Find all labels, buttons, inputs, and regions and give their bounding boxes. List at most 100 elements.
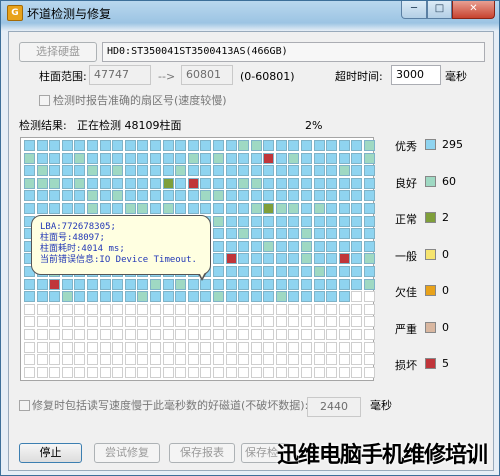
sector-block[interactable] (326, 228, 338, 240)
title-bar[interactable]: G 坏道检测与修复 ─ □ ✕ (1, 1, 499, 25)
sector-block[interactable] (351, 190, 363, 202)
save-report-button[interactable]: 保存报表 (169, 443, 235, 463)
sector-block[interactable] (49, 278, 61, 290)
sector-block[interactable] (49, 328, 61, 340)
close-button[interactable]: ✕ (452, 1, 495, 19)
sector-block[interactable] (112, 177, 124, 189)
sector-block[interactable] (313, 177, 325, 189)
sector-block[interactable] (364, 253, 376, 265)
sector-block[interactable] (250, 303, 262, 315)
sector-block[interactable] (162, 140, 174, 151)
sector-block[interactable] (301, 190, 313, 202)
sector-block[interactable] (238, 316, 250, 328)
sector-block[interactable] (275, 265, 287, 277)
sector-block[interactable] (99, 202, 111, 214)
sector-block[interactable] (212, 341, 224, 353)
sector-block[interactable] (275, 240, 287, 252)
sector-block[interactable] (124, 202, 136, 214)
sector-block[interactable] (187, 291, 199, 303)
sector-block[interactable] (301, 140, 313, 151)
sector-block[interactable] (36, 316, 48, 328)
sector-block[interactable] (326, 165, 338, 177)
sector-block[interactable] (313, 291, 325, 303)
sector-block[interactable] (49, 140, 61, 151)
sector-block[interactable] (36, 177, 48, 189)
sector-block[interactable] (124, 354, 136, 366)
sector-block[interactable] (137, 291, 149, 303)
sector-block[interactable] (86, 177, 98, 189)
sector-block[interactable] (175, 354, 187, 366)
sector-block[interactable] (326, 341, 338, 353)
sector-block[interactable] (263, 366, 275, 378)
maximize-button[interactable]: □ (427, 1, 452, 19)
sector-block[interactable] (99, 366, 111, 378)
sector-block[interactable] (288, 328, 300, 340)
sector-block[interactable] (288, 177, 300, 189)
sector-block[interactable] (275, 303, 287, 315)
sector-block[interactable] (326, 291, 338, 303)
sector-block[interactable] (238, 140, 250, 151)
range-start-input[interactable]: 47747 (89, 65, 151, 85)
sector-block[interactable] (86, 140, 98, 151)
sector-block[interactable] (351, 354, 363, 366)
sector-block[interactable] (313, 354, 325, 366)
sector-block[interactable] (238, 303, 250, 315)
sector-block[interactable] (225, 140, 237, 151)
sector-block[interactable] (99, 341, 111, 353)
sector-block[interactable] (200, 316, 212, 328)
sector-block[interactable] (86, 341, 98, 353)
sector-block[interactable] (200, 140, 212, 151)
sector-block[interactable] (162, 366, 174, 378)
sector-block[interactable] (338, 215, 350, 227)
sector-block[interactable] (250, 190, 262, 202)
sector-block[interactable] (162, 190, 174, 202)
sector-block[interactable] (61, 202, 73, 214)
sector-block[interactable] (149, 152, 161, 164)
sector-block[interactable] (313, 140, 325, 151)
sector-block[interactable] (263, 253, 275, 265)
sector-block[interactable] (313, 253, 325, 265)
sector-block[interactable] (99, 177, 111, 189)
sector-block[interactable] (301, 354, 313, 366)
sector-block[interactable] (187, 140, 199, 151)
sector-block[interactable] (351, 165, 363, 177)
sector-block[interactable] (86, 328, 98, 340)
sector-block[interactable] (212, 253, 224, 265)
sector-block[interactable] (175, 291, 187, 303)
sector-block[interactable] (24, 303, 35, 315)
sector-block[interactable] (263, 328, 275, 340)
sector-block[interactable] (313, 265, 325, 277)
sector-block[interactable] (225, 303, 237, 315)
sector-block[interactable] (288, 316, 300, 328)
sector-block[interactable] (74, 366, 86, 378)
sector-block[interactable] (326, 278, 338, 290)
sector-block[interactable] (36, 202, 48, 214)
sector-block[interactable] (301, 253, 313, 265)
sector-block[interactable] (288, 303, 300, 315)
sector-block[interactable] (112, 316, 124, 328)
sector-block[interactable] (301, 366, 313, 378)
sector-block[interactable] (351, 265, 363, 277)
sector-block[interactable] (137, 328, 149, 340)
sector-block[interactable] (200, 190, 212, 202)
stop-button[interactable]: 停止 (19, 443, 82, 463)
sector-block[interactable] (175, 190, 187, 202)
sector-block[interactable] (61, 291, 73, 303)
sector-block[interactable] (338, 140, 350, 151)
sector-block[interactable] (162, 316, 174, 328)
sector-block[interactable] (212, 140, 224, 151)
sector-block[interactable] (162, 165, 174, 177)
sector-block[interactable] (99, 278, 111, 290)
sector-block[interactable] (351, 341, 363, 353)
sector-block[interactable] (212, 215, 224, 227)
sector-block[interactable] (275, 215, 287, 227)
sector-block[interactable] (212, 177, 224, 189)
sector-block[interactable] (225, 328, 237, 340)
repair-slow-tracks-checkbox[interactable] (19, 400, 30, 411)
sector-block[interactable] (225, 202, 237, 214)
sector-block[interactable] (275, 152, 287, 164)
sector-block[interactable] (112, 354, 124, 366)
sector-block[interactable] (250, 152, 262, 164)
sector-block[interactable] (238, 328, 250, 340)
sector-block[interactable] (124, 303, 136, 315)
